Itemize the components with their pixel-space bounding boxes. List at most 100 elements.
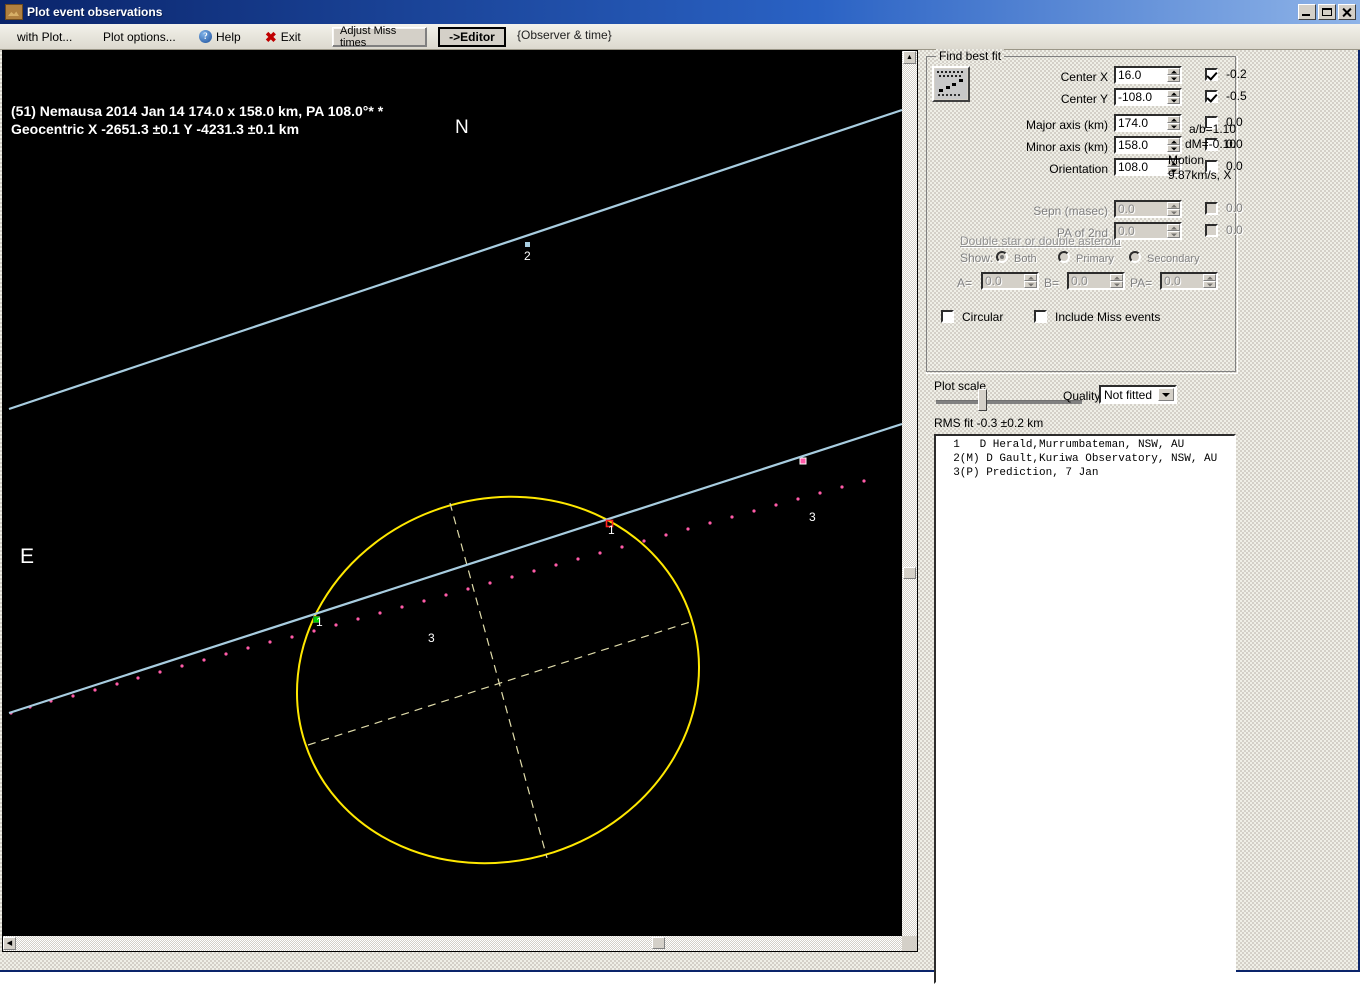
menu-item-plot-options[interactable]: Plot options... [96, 24, 183, 49]
center-y-label: Center Y [1060, 92, 1108, 106]
sepn-label: Sepn (masec) [1033, 204, 1108, 218]
observer-time-label: {Observer & time} [517, 28, 612, 42]
a-value-label: A= [957, 276, 973, 290]
pa-value-input [1162, 274, 1203, 288]
sepn-spinner [1114, 200, 1182, 218]
plot-scale-slider-track[interactable] [936, 400, 1082, 404]
pa-value-spinner [1160, 272, 1218, 290]
center-y-up-arrow-icon[interactable] [1167, 90, 1180, 97]
minor-axis-input[interactable] [1116, 138, 1167, 152]
center-y-input[interactable] [1116, 90, 1167, 104]
menu-item-plot-options-label: Plot options... [103, 29, 176, 44]
center-x-up-arrow-icon[interactable] [1167, 68, 1180, 75]
menu-item-exit-label: Exit [280, 29, 301, 44]
list-item[interactable]: 2(M) D Gault,Kuriwa Observatory, NSW, AU [936, 452, 1234, 466]
window-frame: Plot event observations with Plot... Plo… [0, 0, 1360, 984]
center-x-input[interactable] [1116, 68, 1167, 82]
horizontal-scroll-thumb[interactable] [652, 937, 665, 949]
center-x-label: Center X [1060, 70, 1108, 84]
close-x-icon: ✖ [265, 28, 277, 45]
menu-item-with-plot[interactable]: with Plot... [10, 24, 79, 49]
menu-item-exit[interactable]: ✖ Exit [258, 24, 308, 49]
list-item[interactable]: 1 D Herald,Murrumbateman, NSW, AU [936, 438, 1234, 452]
center-x-checkbox[interactable] [1205, 68, 1218, 81]
maximize-button[interactable] [1318, 4, 1336, 20]
center-y-residual: -0.5 [1226, 89, 1247, 103]
pa-of-2nd-checkbox [1205, 224, 1218, 237]
show-primary-label: Primary [1076, 253, 1114, 265]
plot-vertical-scrollbar[interactable]: ▲ [902, 51, 917, 937]
adjust-miss-times-button[interactable]: Adjust Miss times [332, 25, 427, 49]
center-y-down-arrow-icon[interactable] [1167, 97, 1180, 104]
control-panel: Find best fit Center X 16.0 -0.2 Center … [924, 49, 1354, 984]
b-value-up-arrow-icon [1110, 274, 1123, 281]
occultation-plot [3, 51, 903, 937]
window-controls [1298, 4, 1356, 20]
pa-of-2nd-down-arrow-icon [1167, 231, 1180, 238]
observers-list[interactable]: 1 D Herald,Murrumbateman, NSW, AU 2(M) D… [934, 434, 1236, 984]
menu-item-with-plot-label: with Plot... [17, 29, 73, 44]
sepn-checkbox [1205, 202, 1218, 215]
show-both-radio [996, 251, 1008, 263]
plot-horizontal-scrollbar[interactable]: ◀ [3, 936, 903, 951]
editor-label: ->Editor [449, 30, 495, 44]
vertical-scroll-thumb[interactable] [903, 567, 916, 579]
a-value-up-arrow-icon [1024, 274, 1037, 281]
minimize-button[interactable] [1298, 4, 1316, 20]
show-label: Show: [960, 251, 994, 265]
major-axis-input[interactable] [1116, 116, 1167, 130]
orientation-input[interactable] [1116, 160, 1167, 174]
circular-label: Circular [962, 310, 1004, 324]
minor-axis-label: Minor axis (km) [1025, 140, 1108, 154]
pa-of-2nd-up-arrow-icon [1167, 224, 1180, 231]
pa-of-2nd-label: PA of 2nd [1056, 226, 1108, 240]
center-y-spinner[interactable] [1114, 88, 1182, 106]
quality-select[interactable]: Not fitted [1099, 385, 1177, 404]
plot-scale-slider-thumb[interactable] [978, 389, 987, 411]
pa-of-2nd-input [1116, 224, 1167, 238]
axis-ratio-value: a/b=1.10 [1188, 122, 1236, 136]
scroll-up-arrow-icon[interactable]: ▲ [903, 51, 916, 64]
pa-value-up-arrow-icon [1203, 274, 1216, 281]
adjust-miss-times-label: Adjust Miss times [340, 25, 397, 49]
b-value-spinner [1067, 272, 1125, 290]
find-best-fit-label: Find best fit [936, 49, 1005, 63]
pa-value-label: PA= [1130, 276, 1153, 290]
close-button[interactable] [1338, 4, 1356, 20]
show-secondary-label: Secondary [1147, 253, 1200, 265]
quality-value: Not fitted [1104, 387, 1153, 402]
pa-of-2nd-spinner [1114, 222, 1182, 240]
prediction-marker-3 [799, 457, 807, 465]
show-both-label: Both [1014, 253, 1037, 265]
major-axis-label: Major axis (km) [1025, 118, 1108, 132]
b-value-down-arrow-icon [1110, 281, 1123, 288]
plot-panel: (51) Nemausa 2014 Jan 14 174.0 x 158.0 k… [2, 50, 918, 952]
chevron-down-icon[interactable] [1158, 388, 1174, 401]
sepn-down-arrow-icon [1167, 209, 1180, 216]
b-value-label: B= [1044, 276, 1060, 290]
editor-button[interactable]: ->Editor [438, 27, 506, 47]
circular-checkbox[interactable] [941, 310, 954, 323]
plot-canvas[interactable]: (51) Nemausa 2014 Jan 14 174.0 x 158.0 k… [3, 51, 903, 937]
b-value-input [1069, 274, 1110, 288]
quality-label: Quality [1063, 389, 1101, 403]
sepn-up-arrow-icon [1167, 202, 1180, 209]
a-value-input [983, 274, 1024, 288]
center-x-down-arrow-icon[interactable] [1167, 75, 1180, 82]
motion-value: 9.87km/s, X [1168, 168, 1232, 182]
show-primary-radio [1058, 251, 1070, 263]
center-y-checkbox[interactable] [1205, 90, 1218, 103]
scroll-left-arrow-icon[interactable]: ◀ [3, 937, 16, 950]
scatter-fit-icon[interactable] [932, 66, 970, 102]
list-item[interactable]: 3(P) Prediction, 7 Jan [936, 466, 1234, 480]
rms-fit-label: RMS fit -0.3 ±0.2 km [934, 416, 1044, 430]
title-bar: Plot event observations [0, 0, 1360, 24]
show-secondary-radio [1129, 251, 1141, 263]
asteroid-icon [5, 4, 23, 20]
menu-item-help[interactable]: ? Help [192, 24, 248, 49]
center-x-spinner[interactable] [1114, 66, 1182, 84]
include-miss-label: Include Miss events [1055, 310, 1161, 324]
include-miss-checkbox[interactable] [1034, 310, 1047, 323]
disappearance-marker [313, 616, 320, 623]
sepn-input [1116, 202, 1167, 216]
